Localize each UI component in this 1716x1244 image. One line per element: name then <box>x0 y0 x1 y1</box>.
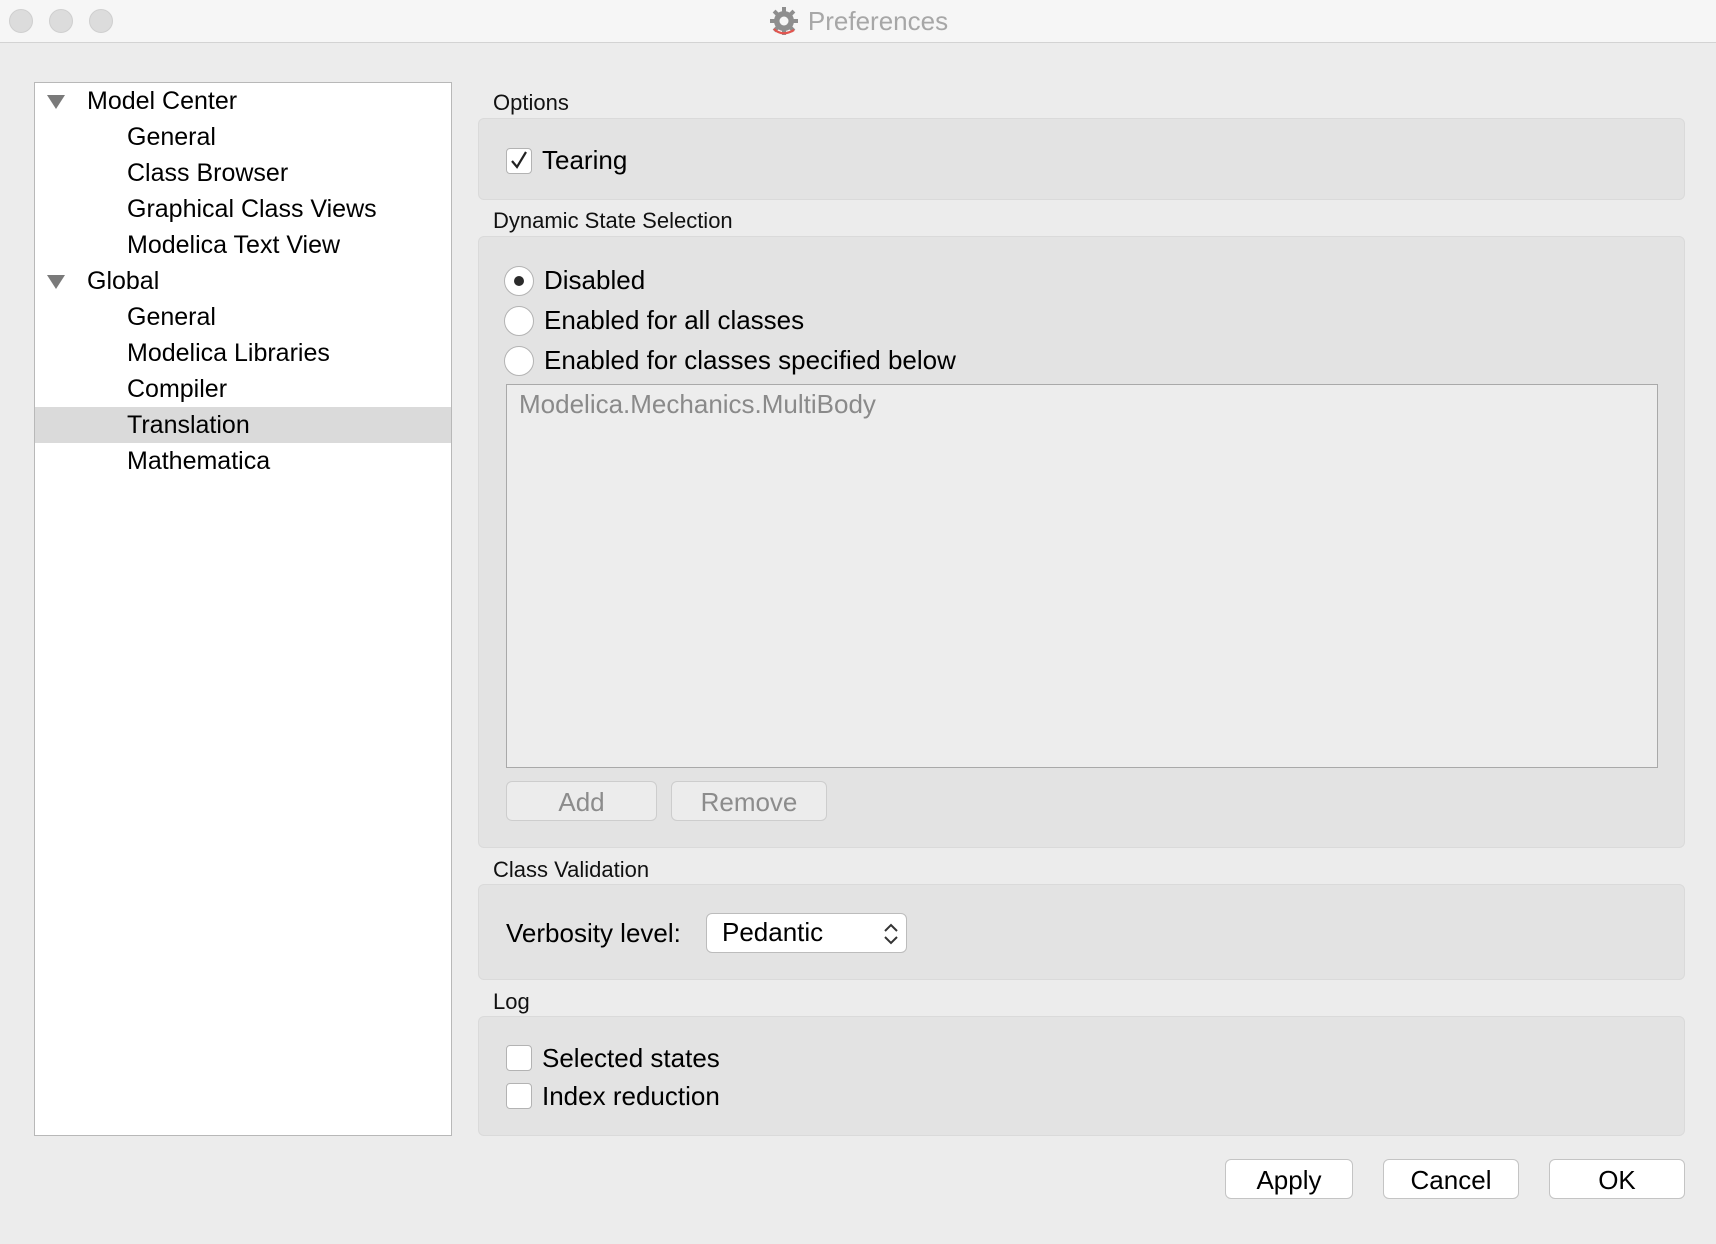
cancel-button[interactable]: Cancel <box>1383 1159 1519 1199</box>
radio-disabled[interactable] <box>504 266 534 296</box>
window-title-text: Preferences <box>807 5 949 36</box>
title-bar: Preferences <box>0 0 1716 43</box>
up-down-chevron-icon <box>884 923 898 945</box>
options-section-title: Options <box>493 90 569 115</box>
tree-item-label: Modelica Text View <box>127 231 341 259</box>
radio-selected-dot <box>514 276 524 286</box>
tree-item-label: Compiler <box>127 375 228 403</box>
tree-item-modelica-text-view[interactable]: Modelica Text View <box>35 227 451 263</box>
gear-icon <box>769 7 798 35</box>
dynamic-state-section-title: Dynamic State Selection <box>493 208 733 233</box>
index-reduction-label[interactable]: Index reduction <box>542 1081 720 1112</box>
radio-enabled-specified-label[interactable]: Enabled for classes specified below <box>544 345 956 376</box>
window-title: Preferences <box>0 4 1716 38</box>
log-group <box>478 1016 1685 1136</box>
remove-button[interactable]: Remove <box>671 781 827 821</box>
apply-button[interactable]: Apply <box>1225 1159 1353 1199</box>
selected-states-label[interactable]: Selected states <box>542 1043 720 1074</box>
tree-item-general[interactable]: General <box>35 119 451 155</box>
tree-item-compiler[interactable]: Compiler <box>35 371 451 407</box>
preferences-tree: Model Center General Class Browser Graph… <box>34 82 452 1136</box>
radio-enabled-specified[interactable] <box>504 346 534 376</box>
radio-enabled-all-label[interactable]: Enabled for all classes <box>544 305 804 336</box>
verbosity-select[interactable]: Pedantic <box>706 913 907 953</box>
verbosity-select-value: Pedantic <box>722 917 824 947</box>
tree-item-label: Graphical Class Views <box>127 195 377 223</box>
tree-item-label: Modelica Libraries <box>127 339 330 367</box>
tree-item-label: General <box>127 123 216 151</box>
list-item[interactable]: Modelica.Mechanics.MultiBody <box>519 389 876 420</box>
tree-group-label: Model Center <box>87 87 238 115</box>
log-section-title: Log <box>493 989 530 1014</box>
class-validation-section-title: Class Validation <box>493 857 650 882</box>
tree-item-class-browser[interactable]: Class Browser <box>35 155 451 191</box>
disclosure-triangle-icon[interactable] <box>47 95 65 109</box>
ok-button[interactable]: OK <box>1549 1159 1685 1199</box>
tree-item-label: General <box>127 303 216 331</box>
tree-item-graphical-class-views[interactable]: Graphical Class Views <box>35 191 451 227</box>
tree-item-mathematica[interactable]: Mathematica <box>35 443 451 479</box>
options-group <box>478 118 1685 200</box>
tree-item-label: Mathematica <box>127 447 271 475</box>
tree-item-modelica-libraries[interactable]: Modelica Libraries <box>35 335 451 371</box>
class-list[interactable]: Modelica.Mechanics.MultiBody <box>506 384 1658 768</box>
tree-group-label: Global <box>87 267 160 295</box>
tree-item-translation[interactable]: Translation <box>35 407 451 443</box>
preferences-window: Preferences Model Center General Class B… <box>0 0 1716 1244</box>
checkmark-icon <box>511 151 527 169</box>
tree-group-model-center[interactable]: Model Center <box>35 83 451 119</box>
radio-enabled-all[interactable] <box>504 306 534 336</box>
tearing-checkbox[interactable] <box>506 148 532 174</box>
disclosure-triangle-icon[interactable] <box>47 275 65 289</box>
tree-item-global-general[interactable]: General <box>35 299 451 335</box>
verbosity-label: Verbosity level: <box>506 918 681 948</box>
index-reduction-checkbox[interactable] <box>506 1083 532 1109</box>
radio-disabled-label[interactable]: Disabled <box>544 265 645 296</box>
add-button[interactable]: Add <box>506 781 657 821</box>
tree-item-label: Class Browser <box>127 159 289 187</box>
tearing-label[interactable]: Tearing <box>542 145 627 176</box>
tree-item-label: Translation <box>127 411 250 439</box>
tree-group-global[interactable]: Global <box>35 263 451 299</box>
selected-states-checkbox[interactable] <box>506 1045 532 1071</box>
